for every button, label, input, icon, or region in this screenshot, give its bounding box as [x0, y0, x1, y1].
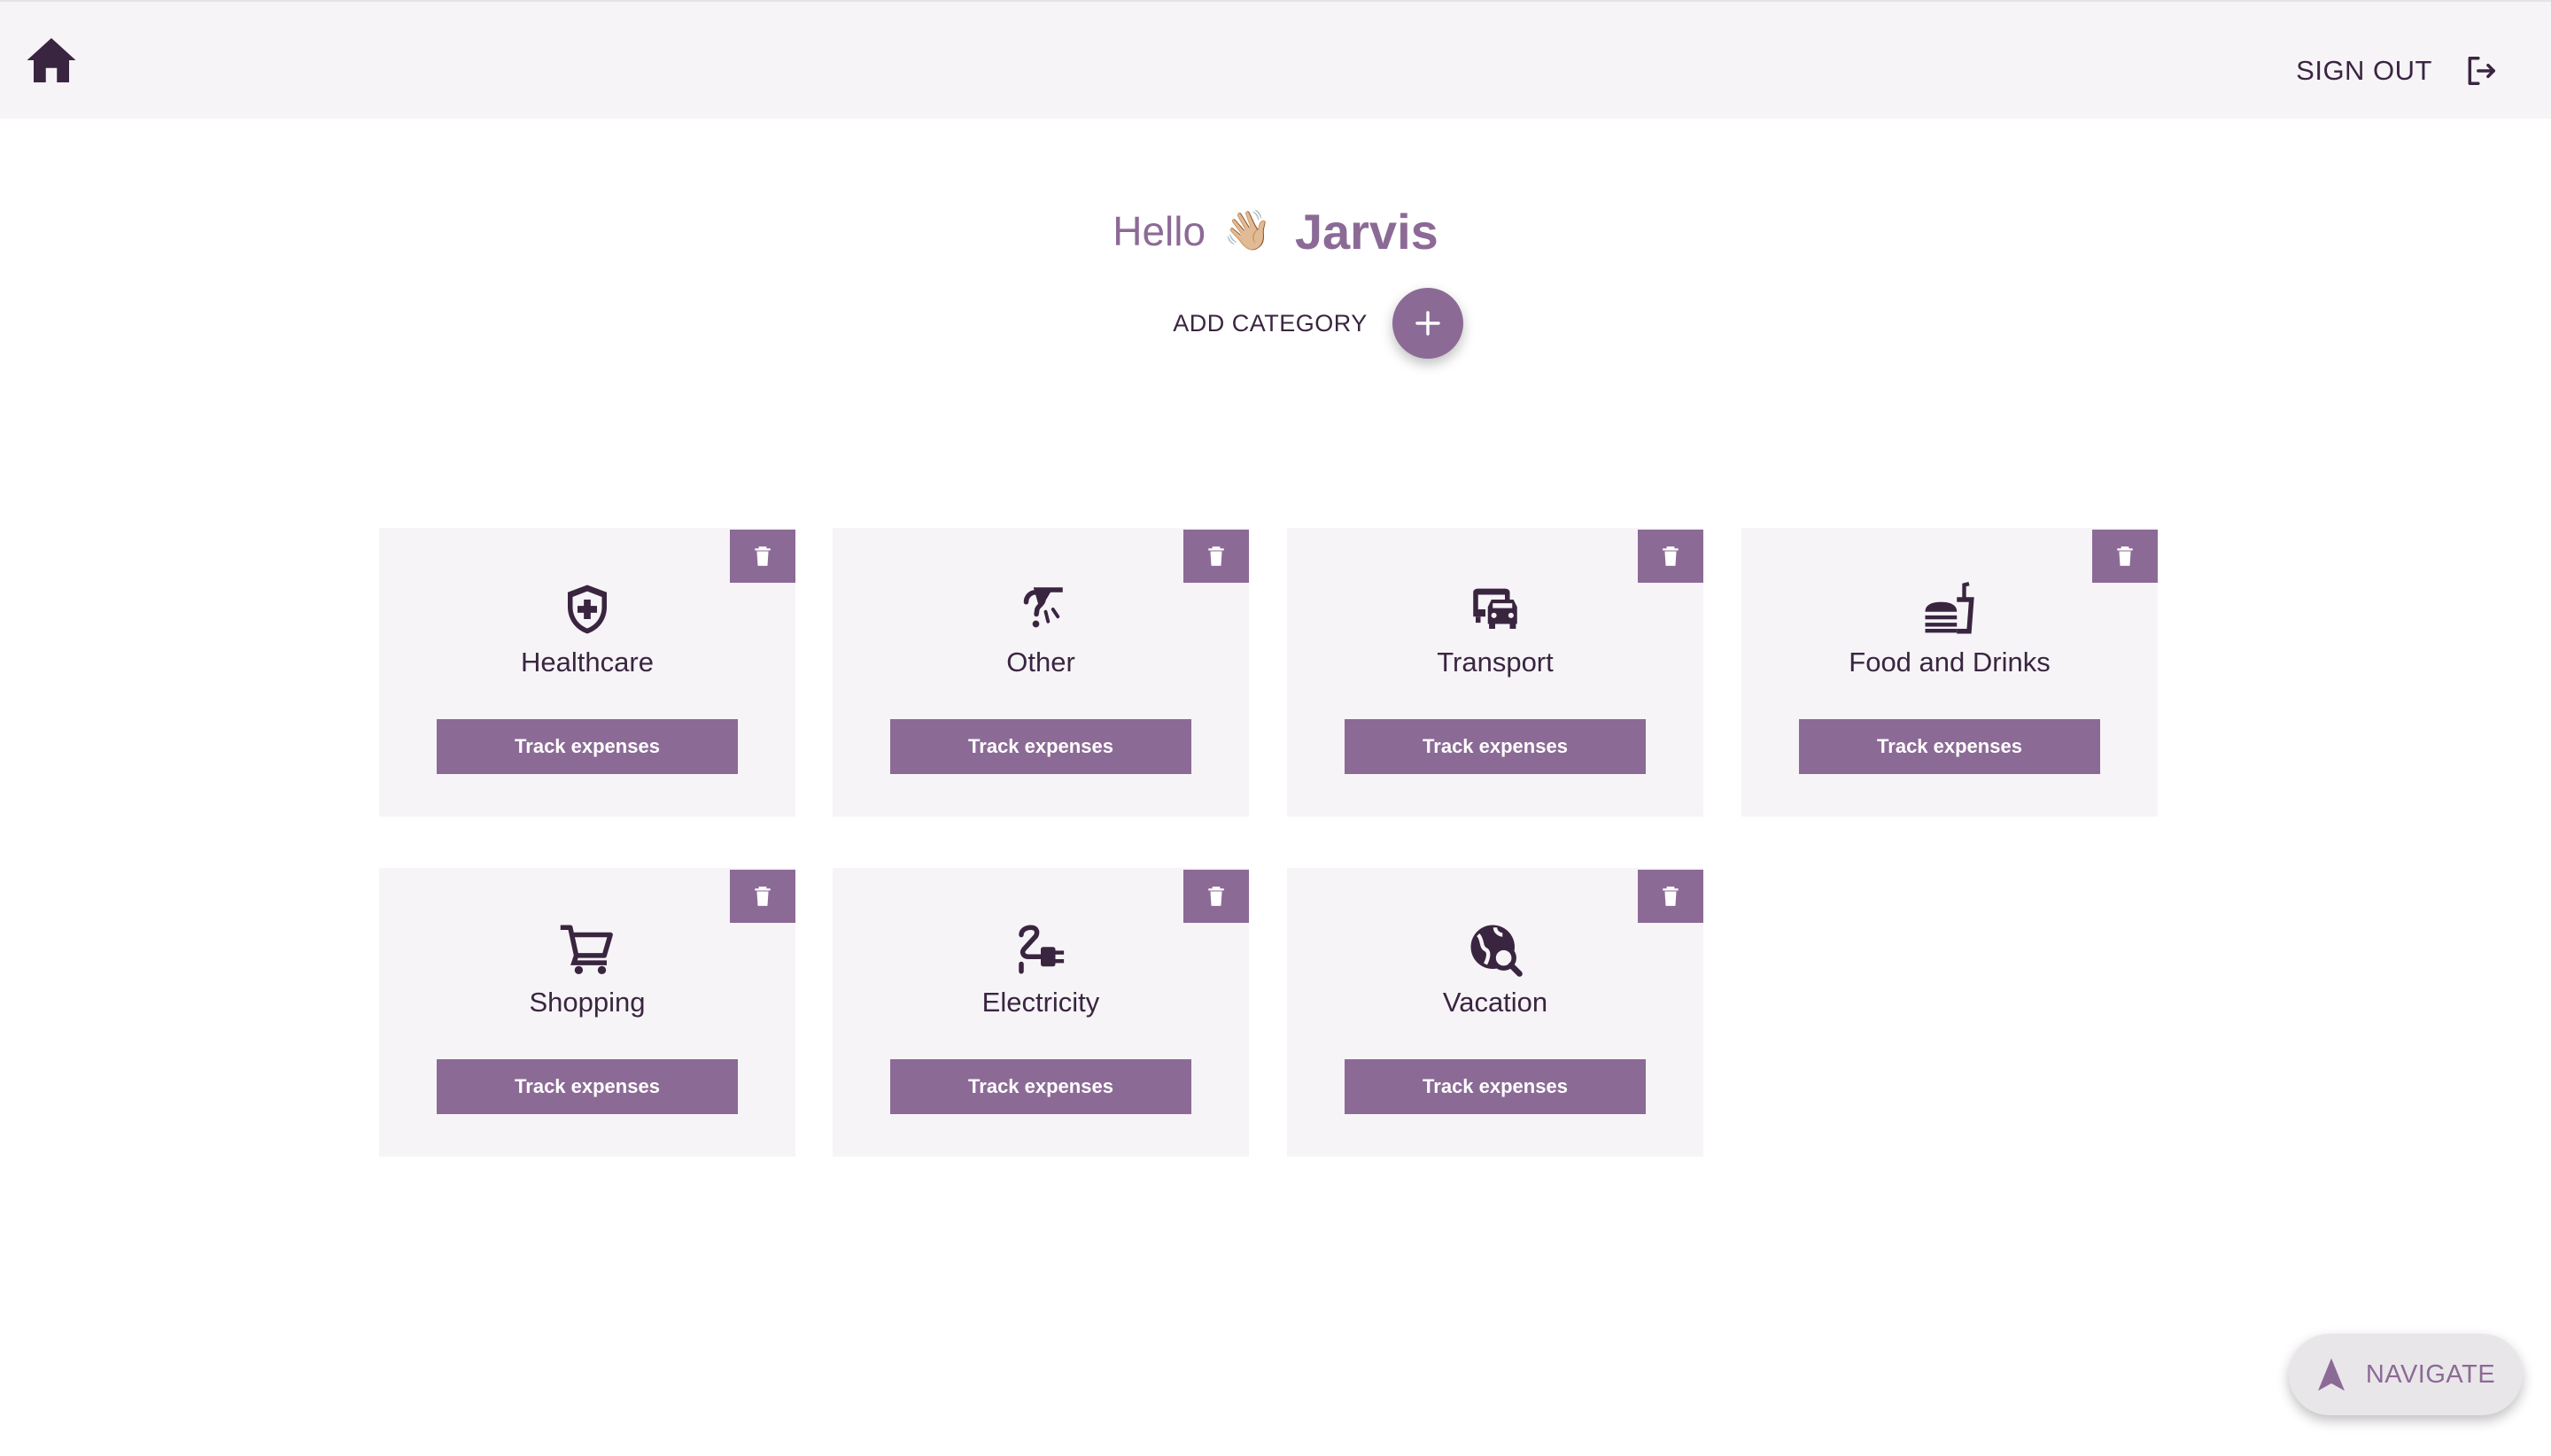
category-card-food-and-drinks: Food and Drinks Track expenses	[1741, 528, 2158, 817]
category-title: Transport	[1437, 647, 1554, 678]
track-expenses-button[interactable]: Track expenses	[1799, 719, 2100, 774]
trash-icon	[1206, 886, 1226, 907]
plug-icon	[833, 918, 1249, 981]
trash-icon	[1661, 546, 1680, 567]
navigate-label: NAVIGATE	[2365, 1359, 2496, 1389]
category-title: Other	[1006, 647, 1075, 678]
sign-out-label: SIGN OUT	[2296, 55, 2432, 86]
delete-category-button[interactable]	[1638, 870, 1703, 923]
home-button[interactable]	[25, 35, 78, 85]
trash-icon	[1661, 886, 1680, 907]
cart-icon	[379, 918, 795, 981]
greeting: Hello 👋🏼 Jarvis	[0, 200, 2551, 262]
page: SIGN OUT Hello 👋🏼 Jarvis ADD CATEGORY He…	[0, 0, 2551, 1456]
track-expenses-button[interactable]: Track expenses	[890, 719, 1191, 774]
question-hand-icon	[833, 577, 1249, 641]
category-title: Food and Drinks	[1849, 647, 2051, 678]
waving-hand-emoji: 👋🏼	[1223, 209, 1272, 252]
track-expenses-button[interactable]: Track expenses	[437, 1059, 738, 1114]
delete-category-button[interactable]	[730, 870, 795, 923]
globe-search-icon	[1287, 918, 1703, 981]
track-expenses-button[interactable]: Track expenses	[437, 719, 738, 774]
category-card-other: Other Track expenses	[833, 528, 1249, 817]
category-title: Healthcare	[521, 647, 654, 678]
add-category-row: ADD CATEGORY	[0, 287, 2551, 360]
trash-icon	[1206, 546, 1226, 567]
track-expenses-button[interactable]: Track expenses	[1345, 1059, 1646, 1114]
category-card-shopping: Shopping Track expenses	[379, 868, 795, 1157]
category-card-vacation: Vacation Track expenses	[1287, 868, 1703, 1157]
category-title: Shopping	[529, 987, 646, 1018]
burger-drink-icon	[1741, 577, 2158, 641]
delete-category-button[interactable]	[1183, 870, 1249, 923]
category-card-electricity: Electricity Track expenses	[833, 868, 1249, 1157]
category-card-transport: Transport Track expenses	[1287, 528, 1703, 817]
trash-icon	[753, 886, 772, 907]
home-icon	[25, 35, 78, 85]
track-expenses-button[interactable]: Track expenses	[1345, 719, 1646, 774]
add-category-label: ADD CATEGORY	[1173, 309, 1368, 337]
navigate-button[interactable]: NAVIGATE	[2289, 1334, 2523, 1415]
delete-category-button[interactable]	[730, 530, 795, 583]
delete-category-button[interactable]	[1183, 530, 1249, 583]
bus-car-icon	[1287, 577, 1703, 641]
trash-icon	[753, 546, 772, 567]
category-title: Electricity	[981, 987, 1100, 1018]
username: Jarvis	[1294, 203, 1438, 259]
plus-icon	[1414, 309, 1442, 337]
top-bar: SIGN OUT	[0, 0, 2551, 119]
logout-icon	[2464, 54, 2498, 88]
category-card-healthcare: Healthcare Track expenses	[379, 528, 795, 817]
category-title: Vacation	[1442, 987, 1548, 1018]
track-expenses-button[interactable]: Track expenses	[890, 1059, 1191, 1114]
delete-category-button[interactable]	[1638, 530, 1703, 583]
delete-category-button[interactable]	[2092, 530, 2158, 583]
sign-out-button[interactable]: SIGN OUT	[2296, 50, 2498, 92]
add-category-button[interactable]	[1392, 288, 1463, 359]
trash-icon	[2115, 546, 2135, 567]
navigation-arrow-icon	[2316, 1357, 2346, 1392]
hello-text: Hello	[1113, 208, 1206, 254]
shield-medical-icon	[379, 577, 795, 641]
